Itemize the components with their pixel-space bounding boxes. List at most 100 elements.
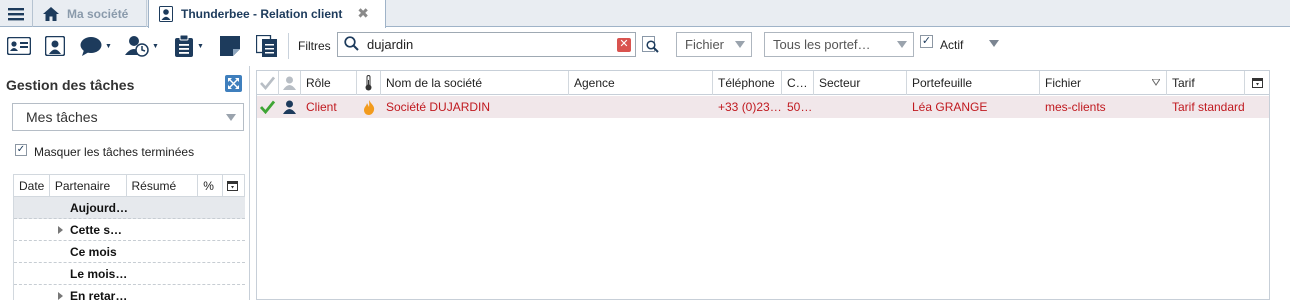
task-group-label: Le mois… — [70, 267, 128, 281]
person-card-icon — [45, 36, 65, 56]
column-header-temperature-icon[interactable] — [357, 71, 381, 95]
cell-fichier: mes-clients — [1045, 100, 1106, 114]
tab-label: Ma société — [67, 6, 129, 21]
hamburger-menu-button[interactable] — [0, 0, 33, 27]
task-group-row[interactable]: Ce mois — [14, 241, 245, 263]
actif-label: Actif — [940, 38, 964, 52]
column-header-percent[interactable]: % — [198, 175, 224, 196]
column-chooser-icon[interactable] — [1245, 71, 1269, 95]
column-header-tarif[interactable]: Tarif — [1167, 71, 1245, 95]
contact-button[interactable] — [45, 34, 65, 58]
chevron-down-icon: ▼ — [105, 42, 112, 50]
task-panel-title: Gestion des tâches — [6, 77, 135, 93]
cell-role: Client — [306, 100, 337, 114]
tab-bar: Ma société Thunderbee - Relation client … — [0, 0, 1290, 28]
cell-telephone: +33 (0)23… — [718, 100, 782, 114]
actif-checkbox[interactable]: ✓ — [920, 35, 933, 48]
task-group-row[interactable]: Aujourd… — [14, 197, 245, 219]
cell-secteur — [814, 96, 907, 118]
document-search-icon — [642, 36, 659, 53]
table-row[interactable]: Client Société DUJARDIN +33 (0)23… 50… L… — [257, 96, 1269, 118]
expand-triangle-icon[interactable] — [58, 292, 63, 300]
hide-done-checkbox[interactable]: ✓ — [15, 144, 27, 156]
column-header-telephone[interactable]: Téléphone — [713, 71, 782, 95]
tab-relation-client[interactable]: Thunderbee - Relation client ✖ — [148, 0, 386, 28]
expand-triangle-icon[interactable] — [58, 226, 63, 234]
documents-icon — [256, 35, 277, 57]
chat-bubble-icon — [80, 37, 102, 56]
search-input[interactable] — [367, 37, 607, 52]
column-header-person-icon[interactable] — [279, 71, 301, 95]
close-tab-icon[interactable]: ✖ — [357, 5, 369, 22]
portefeuille-select[interactable]: Tous les portef… — [764, 32, 914, 57]
column-header-done-icon[interactable] — [257, 71, 279, 95]
column-header-c[interactable]: C… — [782, 71, 814, 95]
contact-card-icon — [159, 6, 173, 22]
filters-label: Filtres — [298, 39, 331, 53]
grid-header: Rôle Nom de la société Agence Téléphone … — [257, 71, 1269, 95]
person-icon — [279, 96, 301, 118]
companies-grid: Rôle Nom de la société Agence Téléphone … — [256, 70, 1270, 300]
search-icon — [344, 35, 359, 54]
hide-done-label: Masquer les tâches terminées — [34, 145, 195, 159]
task-group-row[interactable]: Le mois… — [14, 263, 245, 285]
chevron-down-icon: ▼ — [197, 42, 204, 50]
toolbar-separator — [288, 33, 289, 59]
note-button[interactable] — [220, 34, 240, 58]
task-table: Date Partenaire Résumé % Aujourd… Cette … — [13, 174, 246, 300]
chevron-down-icon — [226, 114, 236, 121]
fichier-select[interactable]: Fichier — [676, 32, 752, 57]
task-table-header: Date Partenaire Résumé % — [14, 174, 246, 197]
cell-c: 50… — [787, 100, 813, 114]
address-card-icon — [7, 37, 31, 55]
search-box[interactable]: ✕ — [337, 32, 636, 57]
chevron-down-icon: ▼ — [152, 42, 159, 50]
tasks-button[interactable]: ▼ — [174, 34, 204, 58]
task-group-label: En retar… — [70, 289, 128, 300]
toolbar: ▼ ▼ ▼ Filtres ✕ Fichier Tous les portef…… — [0, 28, 1290, 64]
clear-search-icon[interactable]: ✕ — [617, 38, 631, 52]
flame-icon — [357, 96, 381, 118]
column-header-agence[interactable]: Agence — [569, 71, 713, 95]
column-header-fichier[interactable]: Fichier — [1040, 71, 1167, 95]
fichier-select-value: Fichier — [685, 37, 725, 52]
cell-tarif: Tarif standard — [1172, 100, 1245, 114]
documents-button[interactable] — [256, 34, 278, 58]
clipboard-icon — [175, 35, 193, 57]
person-clock-icon — [125, 36, 149, 57]
sticky-note-icon — [220, 36, 240, 56]
cell-agence — [569, 96, 713, 118]
task-view-select[interactable]: Mes tâches — [12, 103, 244, 131]
contact-history-button[interactable]: ▼ — [125, 34, 159, 58]
task-group-row[interactable]: En retar… — [14, 285, 245, 300]
tab-ma-societe[interactable]: Ma société — [35, 0, 147, 27]
tab-label: Thunderbee - Relation client — [181, 7, 343, 21]
contact-list-button[interactable] — [7, 34, 31, 58]
task-group-label: Cette s… — [70, 223, 123, 237]
column-header-partenaire[interactable]: Partenaire — [50, 175, 127, 196]
chevron-down-icon — [897, 41, 907, 48]
advanced-search-button[interactable] — [642, 36, 660, 56]
column-header-portefeuille[interactable]: Portefeuille — [907, 71, 1040, 95]
task-view-select-value: Mes tâches — [26, 109, 98, 125]
done-check-icon — [257, 96, 279, 118]
column-header-societe[interactable]: Nom de la société — [381, 71, 569, 95]
task-group-label: Aujourd… — [70, 201, 128, 215]
message-button[interactable]: ▼ — [80, 34, 112, 58]
chevron-down-icon — [735, 41, 745, 48]
cell-societe: Société DUJARDIN — [386, 100, 491, 114]
column-header-resume[interactable]: Résumé — [127, 175, 199, 196]
home-icon — [43, 6, 59, 21]
expand-panel-icon[interactable] — [225, 75, 242, 92]
more-options-chevron-icon[interactable] — [989, 40, 999, 47]
column-header-secteur[interactable]: Secteur — [814, 71, 907, 95]
task-group-label: Ce mois — [70, 245, 117, 259]
column-chooser-icon[interactable] — [223, 175, 246, 196]
task-panel: Gestion des tâches Mes tâches ✓ Masquer … — [0, 66, 250, 300]
filter-icon[interactable] — [1152, 79, 1160, 86]
task-group-row[interactable]: Cette s… — [14, 219, 245, 241]
cell-portefeuille: Léa GRANGE — [912, 100, 988, 114]
column-header-date[interactable]: Date — [14, 175, 50, 196]
column-header-role[interactable]: Rôle — [301, 71, 357, 95]
portefeuille-select-value: Tous les portef… — [773, 37, 871, 52]
